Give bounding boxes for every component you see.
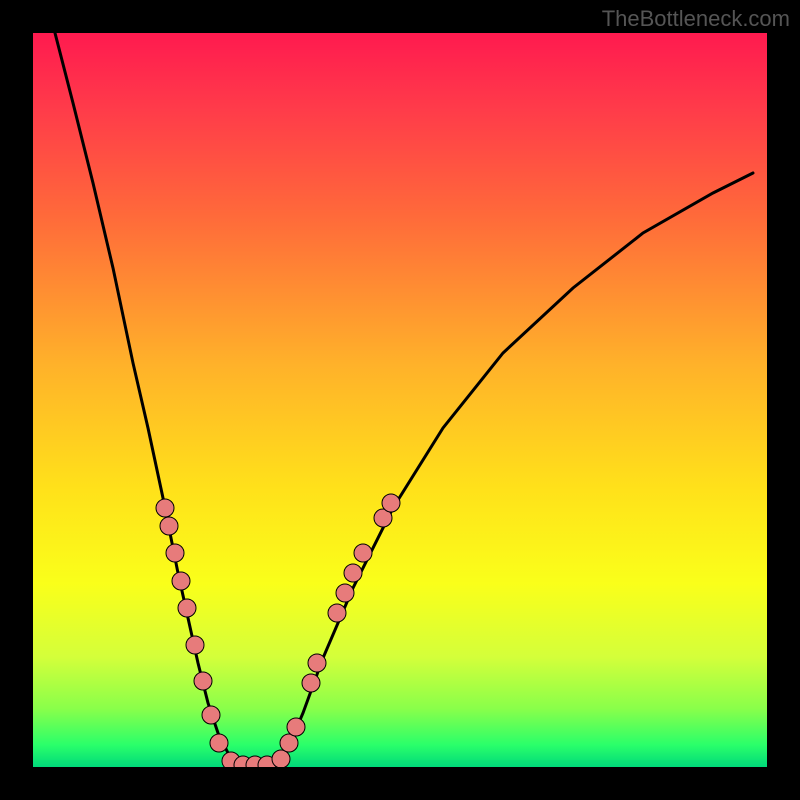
data-marker (194, 672, 212, 690)
data-marker (160, 517, 178, 535)
data-marker (246, 756, 264, 767)
chart-container: TheBottleneck.com (0, 0, 800, 800)
data-marker (210, 734, 228, 752)
data-marker (382, 494, 400, 512)
data-marker (287, 718, 305, 736)
data-marker (374, 509, 392, 527)
watermark-text: TheBottleneck.com (602, 6, 790, 32)
data-marker (166, 544, 184, 562)
data-marker (336, 584, 354, 602)
data-marker (172, 572, 190, 590)
data-marker (202, 706, 220, 724)
curve-left-curve (55, 33, 238, 767)
data-marker (272, 750, 290, 767)
data-marker (234, 756, 252, 767)
data-marker (280, 734, 298, 752)
data-marker (186, 636, 204, 654)
plot-area (33, 33, 767, 767)
data-marker (258, 756, 276, 767)
data-marker (178, 599, 196, 617)
data-marker (156, 499, 174, 517)
data-marker (308, 654, 326, 672)
curve-right-curve (278, 173, 753, 767)
data-marker (344, 564, 362, 582)
data-marker (222, 752, 240, 767)
data-marker (328, 604, 346, 622)
data-marker (302, 674, 320, 692)
data-marker (354, 544, 372, 562)
chart-svg (33, 33, 767, 767)
